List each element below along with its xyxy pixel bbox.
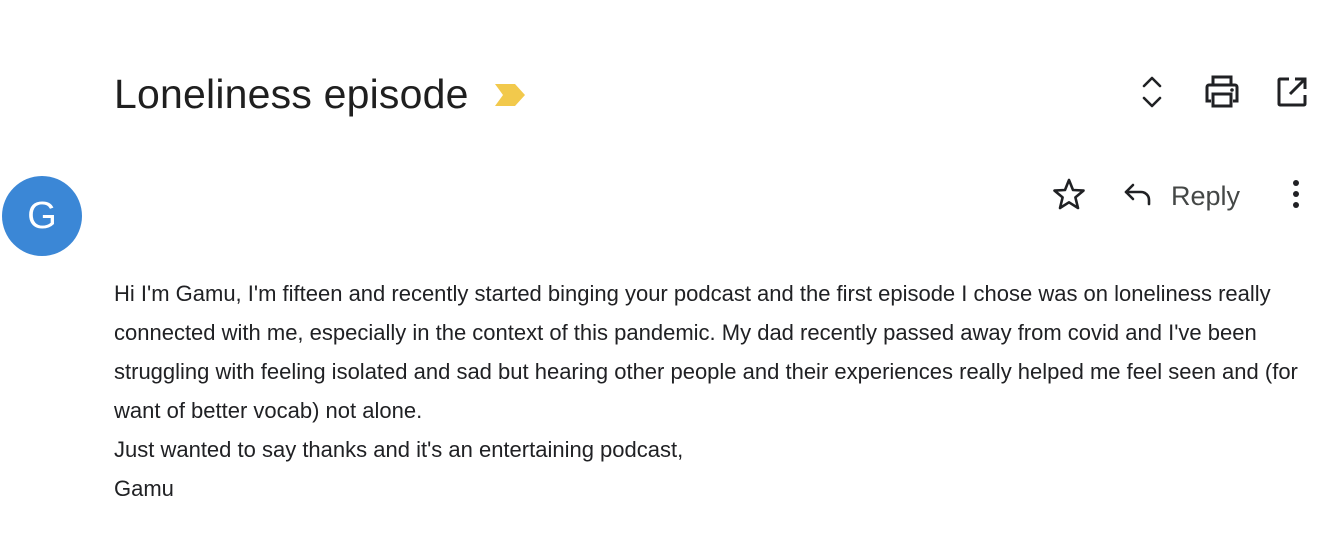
expand-collapse-icon xyxy=(1140,74,1164,115)
expand-collapse-button[interactable] xyxy=(1128,66,1176,122)
star-icon xyxy=(1052,177,1086,216)
importance-marker-icon[interactable] xyxy=(493,82,527,108)
reply-button[interactable]: Reply xyxy=(1123,181,1240,212)
sender-avatar[interactable]: G xyxy=(2,176,82,256)
message-signature: Gamu xyxy=(114,476,174,501)
star-button[interactable] xyxy=(1049,176,1089,216)
reply-icon xyxy=(1123,181,1153,212)
reply-label: Reply xyxy=(1170,180,1240,211)
message-toolbar: Reply xyxy=(1049,172,1312,220)
message-closing-line: Just wanted to say thanks and it's an en… xyxy=(114,437,684,462)
more-options-button[interactable] xyxy=(1280,174,1312,218)
open-in-new-window-icon xyxy=(1275,75,1309,114)
print-button[interactable] xyxy=(1198,66,1246,122)
subject-header: Loneliness episode xyxy=(114,64,527,124)
more-vert-icon xyxy=(1292,179,1300,214)
message-body: Hi I'm Gamu, I'm fifteen and recently st… xyxy=(114,274,1319,508)
open-in-new-window-button[interactable] xyxy=(1268,66,1316,122)
email-subject: Loneliness episode xyxy=(114,70,469,117)
message-paragraph: Hi I'm Gamu, I'm fifteen and recently st… xyxy=(114,281,1298,423)
thread-toolbar xyxy=(1106,66,1316,122)
sender-initial: G xyxy=(27,194,57,237)
print-icon xyxy=(1204,75,1240,114)
